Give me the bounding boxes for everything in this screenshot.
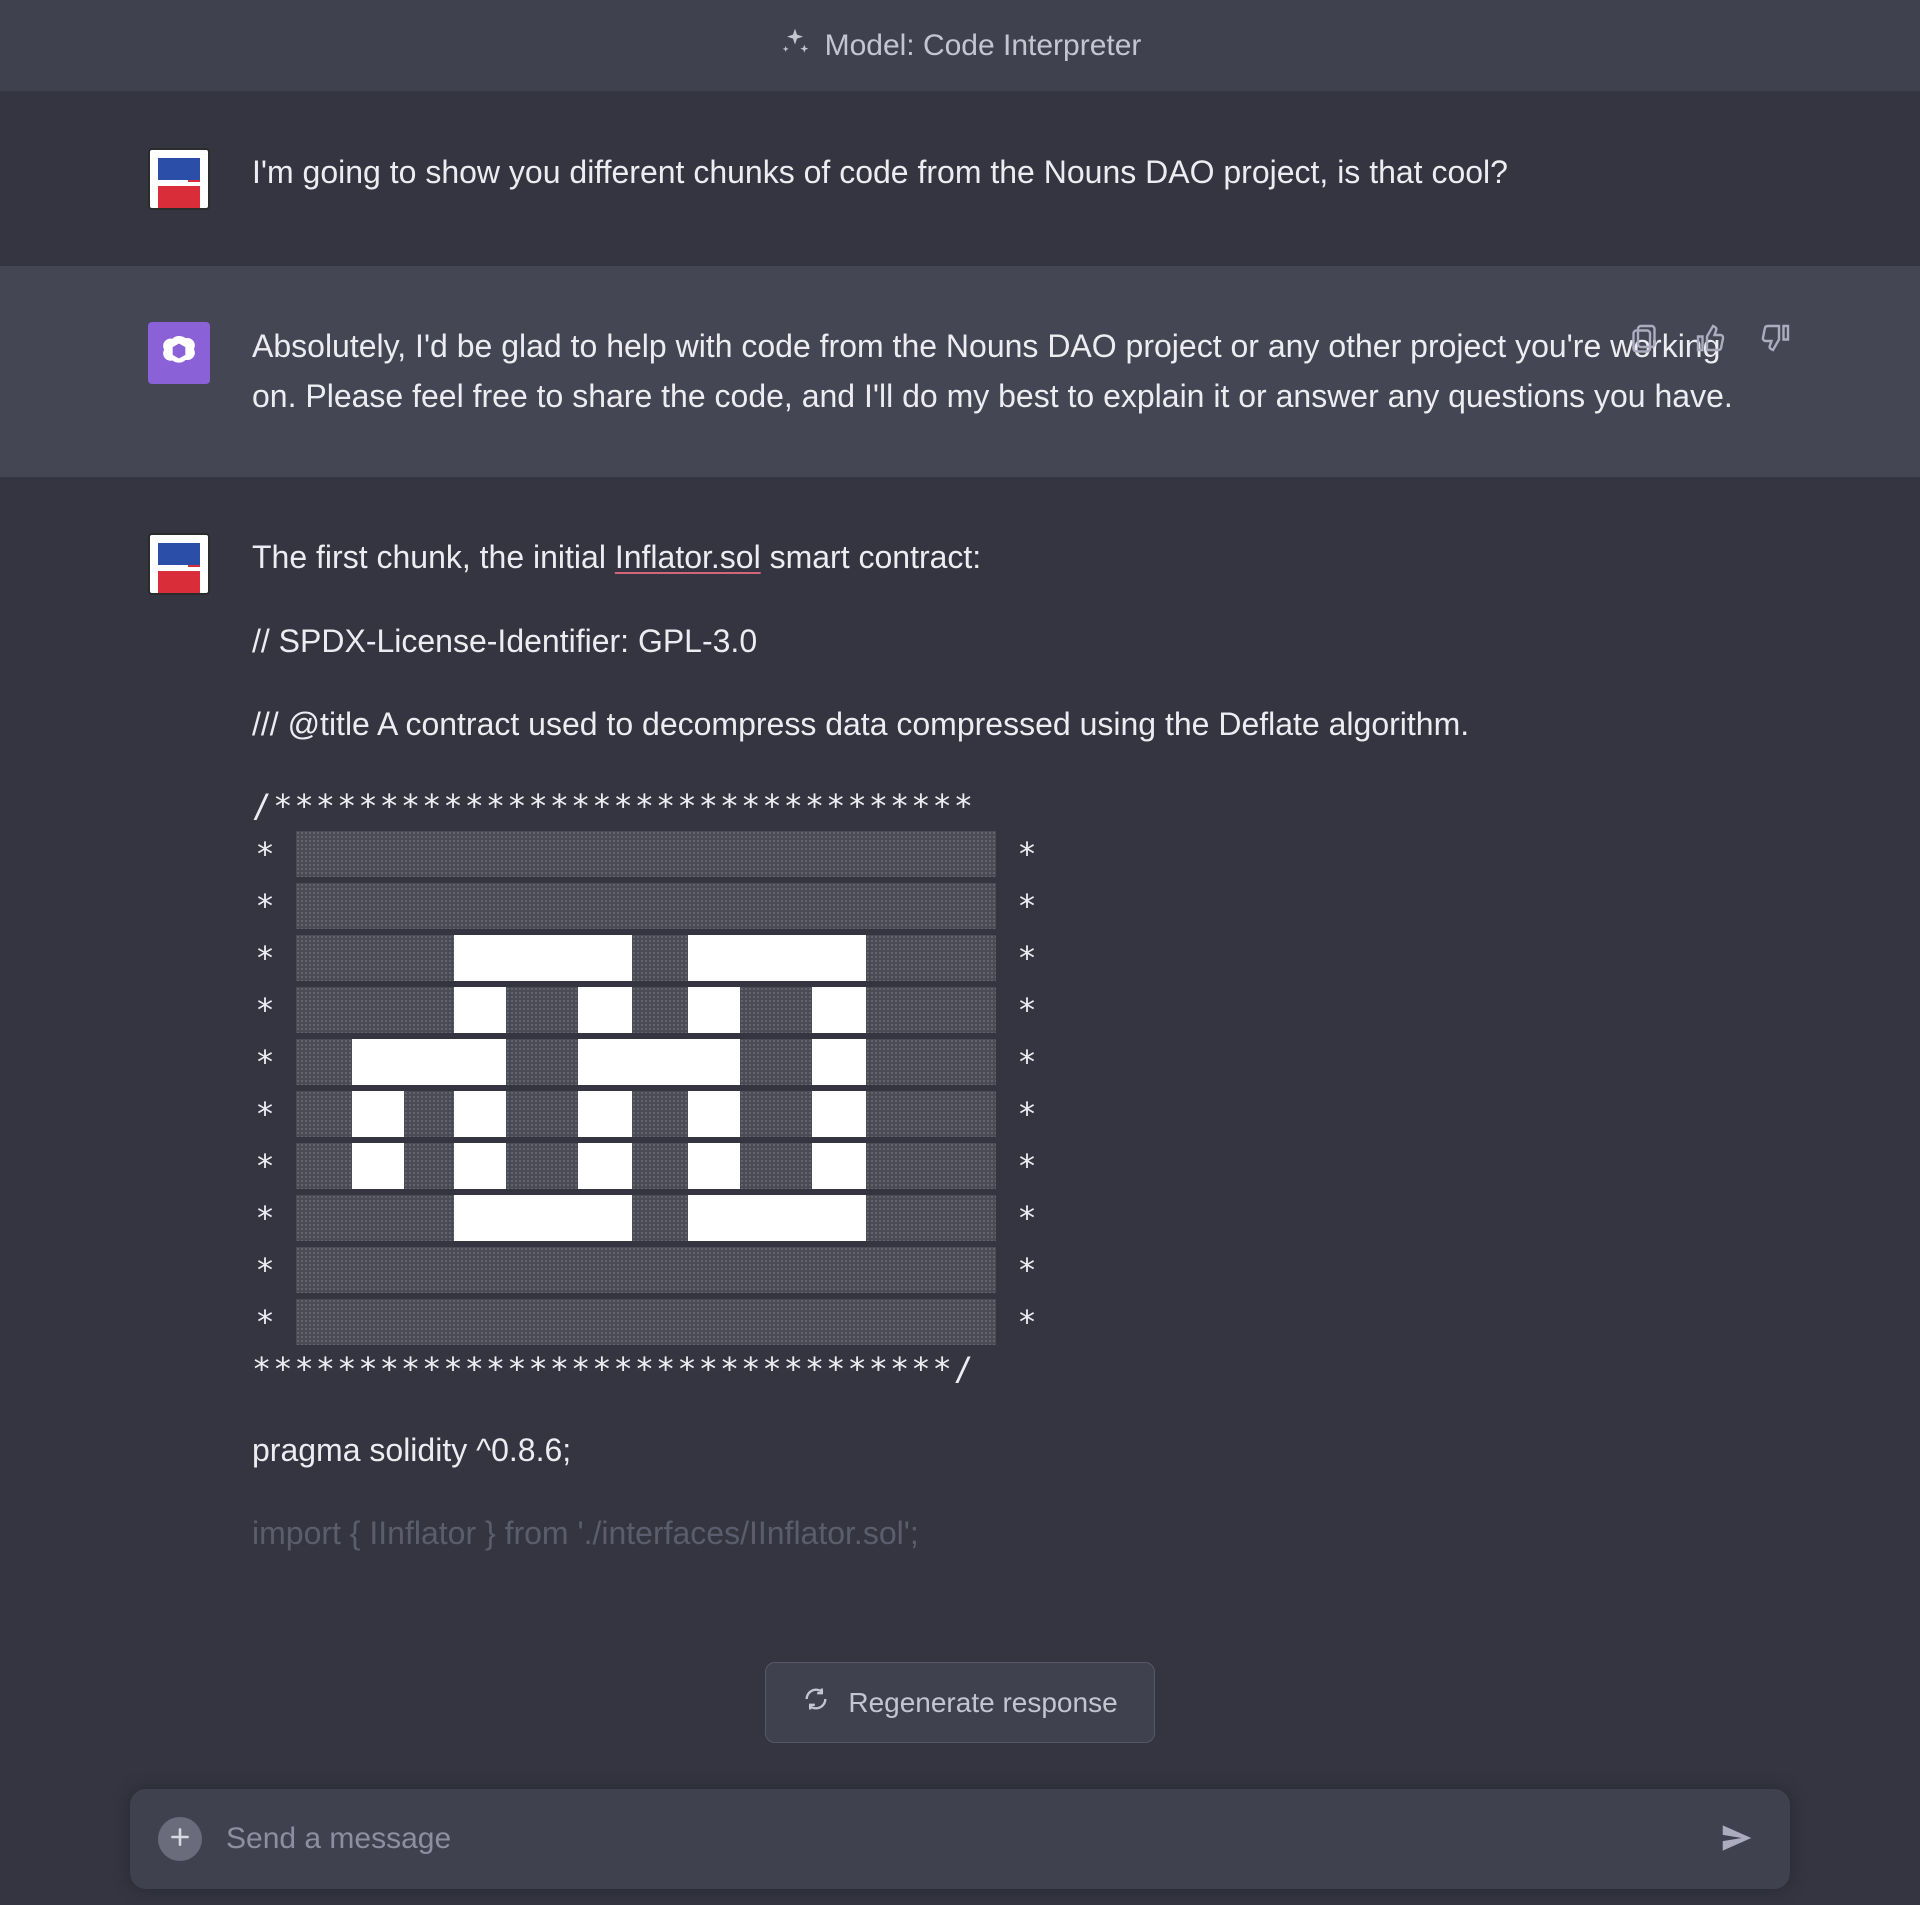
code-line-title: /// @title A contract used to decompress… — [252, 700, 1772, 750]
avatar-assistant — [148, 322, 210, 384]
code-line-license: // SPDX-License-Identifier: GPL-3.0 — [252, 617, 1772, 667]
openai-logo-icon — [159, 331, 199, 376]
send-icon — [1718, 1845, 1756, 1860]
message-input[interactable] — [224, 1821, 1690, 1857]
regenerate-label: Regenerate response — [848, 1687, 1117, 1719]
ascii-art-banner: /********************************* ** **… — [252, 784, 1772, 1392]
model-label: Model: Code Interpreter — [825, 29, 1142, 63]
thumbs-down-icon — [1758, 344, 1794, 359]
user-message-text: I'm going to show you different chunks o… — [252, 148, 1772, 198]
model-header: Model: Code Interpreter — [0, 0, 1920, 92]
regenerate-button[interactable]: Regenerate response — [765, 1662, 1154, 1743]
intro-filename: Inflator.sol — [615, 539, 761, 575]
ascii-top: /********************************* — [252, 784, 1772, 829]
sparkle-icon — [779, 26, 811, 66]
thumbs-up-button[interactable] — [1688, 316, 1732, 363]
message-assistant-1: Absolutely, I'd be glad to help with cod… — [0, 266, 1920, 477]
conversation: I'm going to show you different chunks o… — [0, 92, 1920, 1905]
intro-prefix: The first chunk, the initial — [252, 539, 615, 575]
avatar-user — [148, 533, 210, 595]
attach-button[interactable] — [158, 1817, 202, 1861]
ascii-bottom: *********************************/ — [252, 1347, 1772, 1392]
assistant-message-text: Absolutely, I'd be glad to help with cod… — [252, 322, 1772, 421]
code-line-pragma: pragma solidity ^0.8.6; — [252, 1426, 1772, 1476]
message-input-container — [130, 1789, 1790, 1889]
code-line-import: import { IInflator } from './interfaces/… — [252, 1509, 1772, 1559]
plus-icon — [167, 1824, 193, 1855]
message-user-1: I'm going to show you different chunks o… — [0, 92, 1920, 266]
thumbs-up-icon — [1692, 344, 1728, 359]
intro-suffix: smart contract: — [761, 539, 982, 575]
avatar-user — [148, 148, 210, 210]
refresh-icon — [802, 1685, 830, 1720]
message-actions — [1622, 316, 1798, 363]
user2-intro: The first chunk, the initial Inflator.so… — [252, 533, 1772, 583]
clipboard-icon — [1626, 344, 1662, 359]
copy-button[interactable] — [1622, 316, 1666, 363]
thumbs-down-button[interactable] — [1754, 316, 1798, 363]
send-button[interactable] — [1712, 1813, 1762, 1866]
message-user-2: The first chunk, the initial Inflator.so… — [0, 477, 1920, 1759]
